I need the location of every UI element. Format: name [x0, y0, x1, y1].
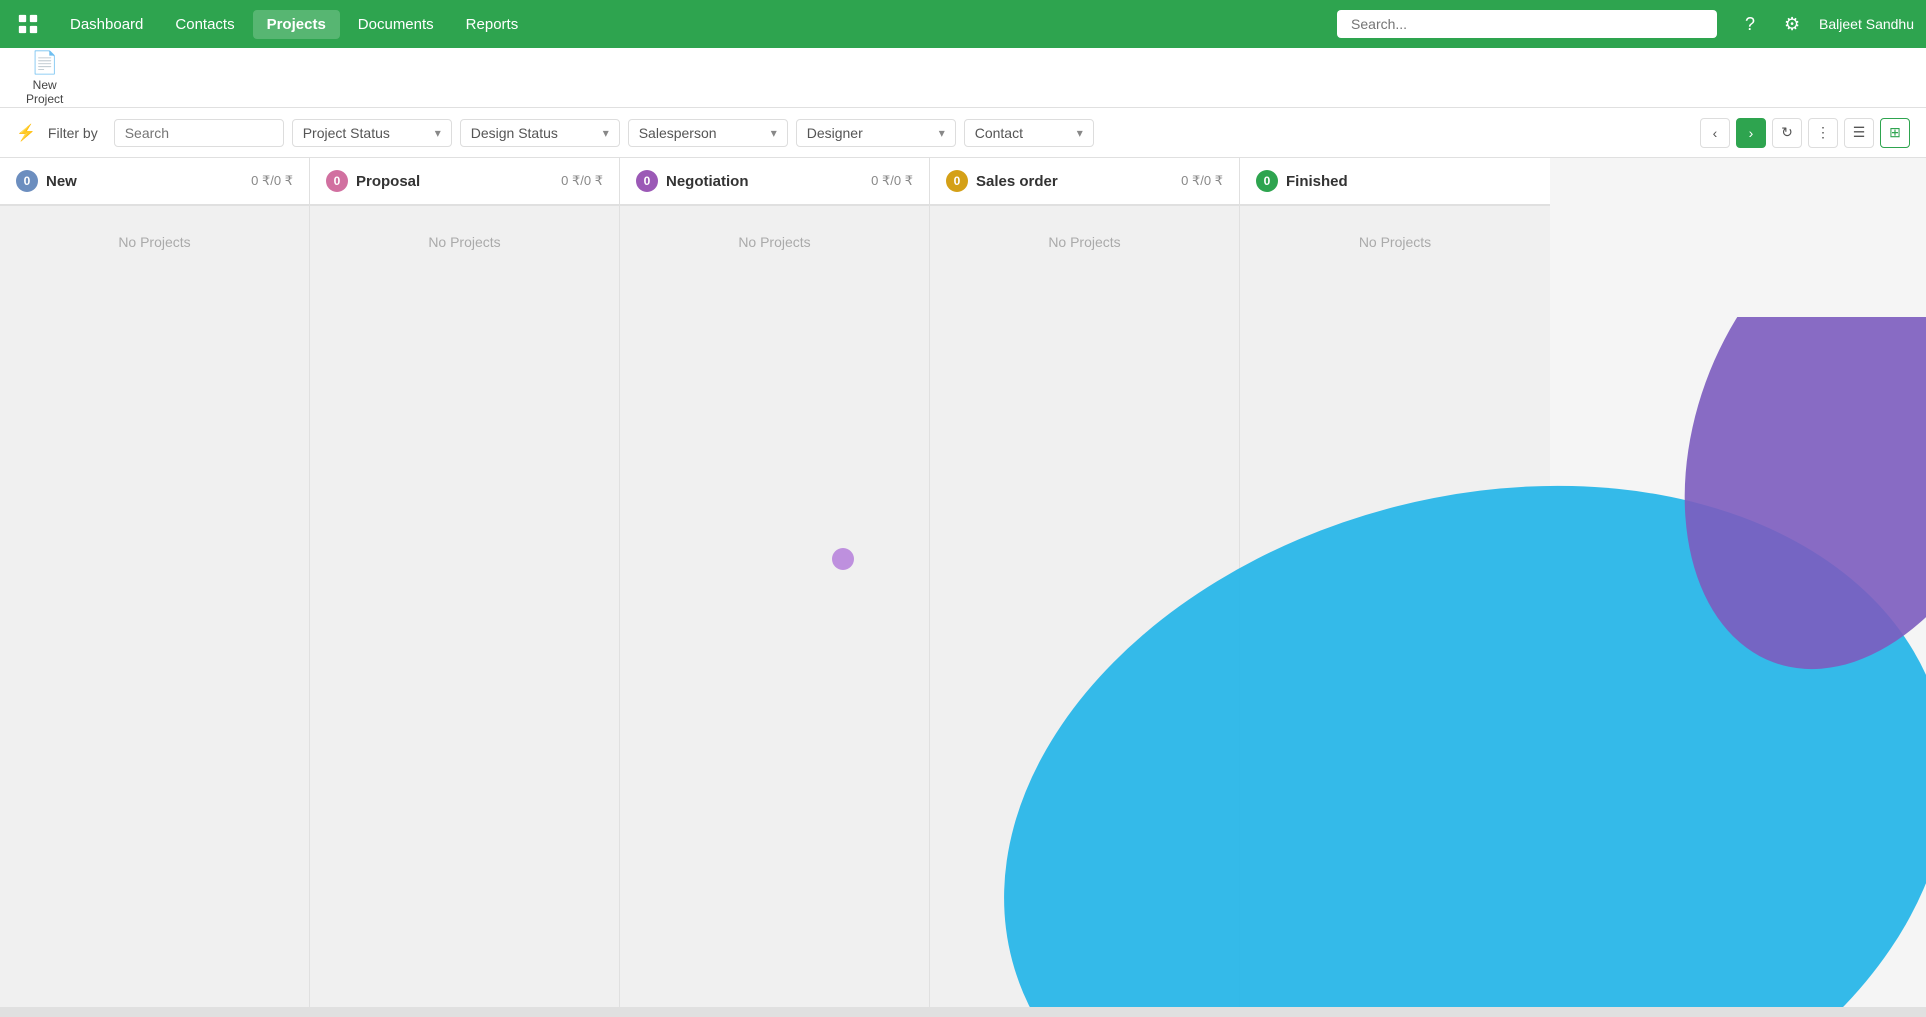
filter-bar: ⚡ Filter by Project Status ▾ Design Stat… — [0, 108, 1926, 158]
nav-documents[interactable]: Documents — [344, 10, 448, 39]
contact-dropdown[interactable]: Contact ▾ — [964, 119, 1094, 147]
more-options-button[interactable]: ⋮ — [1808, 118, 1838, 148]
kanban-col-negotiation: 0 Negotiation 0 ₹/0 ₹ No Projects — [620, 158, 930, 1017]
next-button[interactable]: › — [1736, 118, 1766, 148]
settings-icon[interactable]: ⚙ — [1777, 9, 1807, 39]
col-body-sales-order: No Projects — [930, 206, 1239, 1017]
search-filter-input[interactable] — [114, 119, 284, 147]
col-title-negotiation: Negotiation — [666, 173, 863, 190]
no-projects-finished: No Projects — [1359, 234, 1431, 250]
filter-by-label: Filter by — [48, 125, 98, 141]
list-view-button[interactable]: ☰ — [1844, 118, 1874, 148]
project-status-label: Project Status — [303, 125, 390, 141]
col-header-sales-order: 0 Sales order 0 ₹/0 ₹ — [930, 158, 1239, 206]
col-header-finished: 0 Finished — [1240, 158, 1550, 206]
salesperson-label: Salesperson — [639, 125, 717, 141]
col-body-negotiation: No Projects — [620, 206, 929, 1017]
col-header-new: 0 New 0 ₹/0 ₹ — [0, 158, 309, 206]
topnav-icons: ? ⚙ — [1735, 9, 1807, 39]
design-status-dropdown[interactable]: Design Status ▾ — [460, 119, 620, 147]
col-body-new: No Projects — [0, 206, 309, 1017]
col-badge-finished: 0 — [1256, 170, 1278, 192]
chevron-down-icon: ▾ — [1077, 126, 1083, 140]
kanban-col-finished: 0 Finished No Projects — [1240, 158, 1550, 1017]
kanban-col-sales-order: 0 Sales order 0 ₹/0 ₹ No Projects — [930, 158, 1240, 1017]
kanban-col-proposal: 0 Proposal 0 ₹/0 ₹ No Projects — [310, 158, 620, 1017]
col-badge-proposal: 0 — [326, 170, 348, 192]
main-toolbar: 📄 NewProject — [0, 48, 1926, 108]
no-projects-proposal: No Projects — [428, 234, 500, 250]
col-title-finished: Finished — [1286, 173, 1526, 190]
chevron-down-icon: ▾ — [771, 126, 777, 140]
design-status-label: Design Status — [471, 125, 558, 141]
chevron-down-icon: ▾ — [435, 126, 441, 140]
col-body-proposal: No Projects — [310, 206, 619, 1017]
col-header-proposal: 0 Proposal 0 ₹/0 ₹ — [310, 158, 619, 206]
new-project-button[interactable]: 📄 NewProject — [16, 44, 73, 112]
kanban-board: 0 New 0 ₹/0 ₹ No Projects 0 Proposal 0 ₹… — [0, 158, 1926, 1017]
prev-button[interactable]: ‹ — [1700, 118, 1730, 148]
salesperson-dropdown[interactable]: Salesperson ▾ — [628, 119, 788, 147]
no-projects-sales-order: No Projects — [1048, 234, 1120, 250]
col-badge-sales-order: 0 — [946, 170, 968, 192]
designer-label: Designer — [807, 125, 863, 141]
col-title-proposal: Proposal — [356, 173, 553, 190]
nav-dashboard[interactable]: Dashboard — [56, 10, 157, 39]
nav-projects[interactable]: Projects — [253, 10, 340, 39]
refresh-button[interactable]: ↻ — [1772, 118, 1802, 148]
nav-contacts[interactable]: Contacts — [161, 10, 248, 39]
col-badge-new: 0 — [16, 170, 38, 192]
no-projects-new: No Projects — [118, 234, 190, 250]
global-search-input[interactable] — [1337, 10, 1717, 38]
col-amount-proposal: 0 ₹/0 ₹ — [561, 173, 603, 189]
app-grid-icon[interactable] — [12, 8, 44, 40]
user-menu[interactable]: Baljeet Sandhu — [1819, 16, 1914, 32]
col-amount-negotiation: 0 ₹/0 ₹ — [871, 173, 913, 189]
designer-dropdown[interactable]: Designer ▾ — [796, 119, 956, 147]
col-body-finished: No Projects — [1240, 206, 1550, 1017]
col-title-sales-order: Sales order — [976, 173, 1173, 190]
new-project-icon: 📄 — [31, 50, 58, 76]
col-amount-new: 0 ₹/0 ₹ — [251, 173, 293, 189]
col-header-negotiation: 0 Negotiation 0 ₹/0 ₹ — [620, 158, 929, 206]
col-badge-negotiation: 0 — [636, 170, 658, 192]
nav-reports[interactable]: Reports — [452, 10, 533, 39]
filterbar-actions: ‹ › ↻ ⋮ ☰ ⊞ — [1700, 118, 1910, 148]
chevron-down-icon: ▾ — [603, 126, 609, 140]
no-projects-negotiation: No Projects — [738, 234, 810, 250]
chevron-down-icon: ▾ — [939, 126, 945, 140]
kanban-view-button[interactable]: ⊞ — [1880, 118, 1910, 148]
top-navigation: Dashboard Contacts Projects Documents Re… — [0, 0, 1926, 48]
kanban-col-new: 0 New 0 ₹/0 ₹ No Projects — [0, 158, 310, 1017]
col-amount-sales-order: 0 ₹/0 ₹ — [1181, 173, 1223, 189]
project-status-dropdown[interactable]: Project Status ▾ — [292, 119, 452, 147]
contact-label: Contact — [975, 125, 1023, 141]
new-project-label: NewProject — [26, 78, 63, 106]
help-icon[interactable]: ? — [1735, 9, 1765, 39]
col-title-new: New — [46, 173, 243, 190]
filter-icon: ⚡ — [16, 123, 36, 143]
horizontal-scrollbar[interactable] — [0, 1007, 1926, 1017]
